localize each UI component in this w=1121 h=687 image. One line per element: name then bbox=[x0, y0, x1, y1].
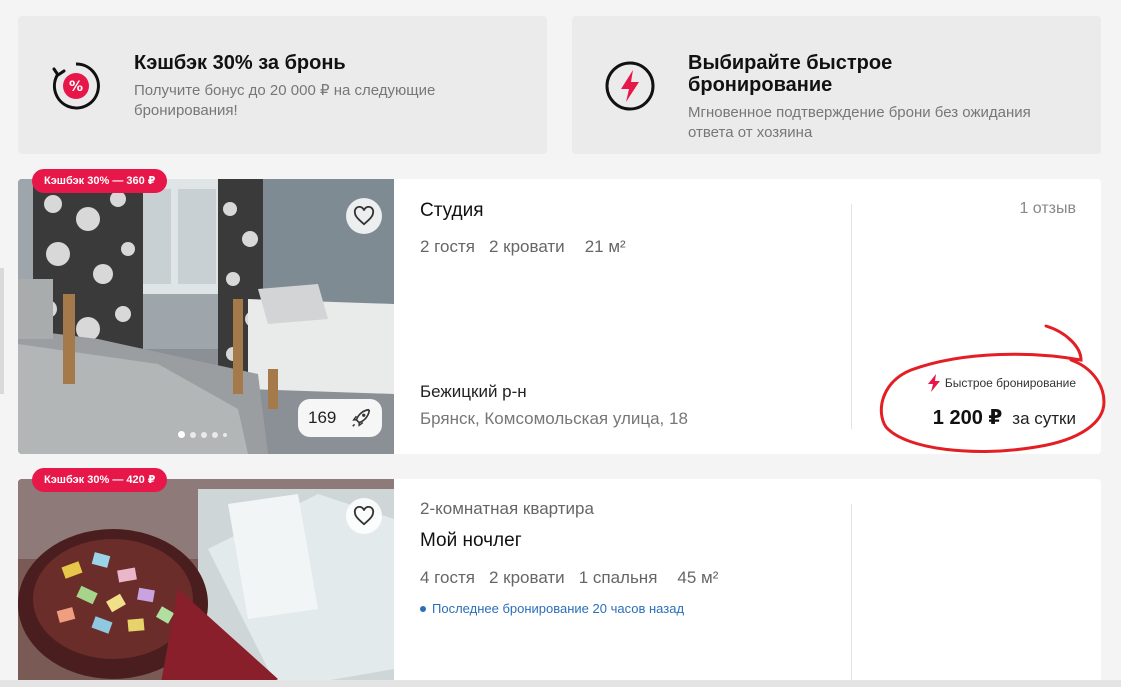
spec-guests: 4 гостя bbox=[420, 568, 475, 587]
listing-card[interactable]: 2-комнатная квартира Мой ночлег 4 гостя … bbox=[18, 479, 1101, 687]
cashback-badge: Кэшбэк 30% — 420 ₽ bbox=[32, 468, 168, 492]
listing-photo[interactable] bbox=[18, 479, 394, 687]
spec-guests: 2 гостя bbox=[420, 237, 475, 256]
listing-type: 2-комнатная квартира bbox=[420, 499, 594, 518]
listing-district: Бежицкий р-н bbox=[420, 382, 527, 401]
rocket-icon bbox=[352, 408, 371, 427]
spec-beds: 2 кровати bbox=[488, 568, 565, 587]
cashback-badge: Кэшбэк 30% — 360 ₽ bbox=[32, 169, 168, 193]
cashback-percent-icon: % bbox=[52, 62, 100, 110]
spec-area: 45 м² bbox=[677, 568, 719, 587]
listing-info: 2-комнатная квартира Мой ночлег 4 гостя … bbox=[420, 479, 850, 687]
horizontal-scrollbar[interactable] bbox=[0, 680, 1121, 687]
promo-subtitle: Получите бонус до 20 000 ₽ на следующие … bbox=[134, 82, 436, 119]
favorite-button[interactable] bbox=[346, 498, 382, 534]
card-divider bbox=[851, 204, 852, 429]
last-booking-note: Последнее бронирование 20 часов назад bbox=[420, 601, 684, 616]
lightning-icon bbox=[605, 61, 655, 111]
listing-info: Студия 2 гостя 2 кровати 21 м² Бежицкий … bbox=[420, 179, 850, 454]
annotation-circle bbox=[879, 324, 1106, 453]
svg-text:%: % bbox=[69, 79, 83, 95]
spec-beds: 2 кровати bbox=[488, 237, 565, 256]
promo-cashback[interactable]: % Кэшбэк 30% за бронь Получите бонус до … bbox=[18, 16, 547, 154]
listing-address: Брянск, Комсомольская улица, 18 bbox=[420, 409, 688, 428]
promo-subtitle: Мгновенное подтверждение брони без ожида… bbox=[688, 104, 1031, 141]
views-count: 169 bbox=[308, 408, 337, 427]
candy-bowl-photo bbox=[18, 479, 394, 687]
card-divider bbox=[851, 504, 852, 687]
listing-title[interactable]: Студия bbox=[420, 200, 484, 222]
photo-pagination[interactable] bbox=[178, 431, 227, 438]
reviews-count[interactable]: 1 отзыв bbox=[1019, 200, 1076, 218]
promo-title: Кэшбэк 30% за бронь bbox=[134, 52, 346, 74]
heart-icon bbox=[353, 506, 375, 526]
listing-title[interactable]: Мой ночлег bbox=[420, 530, 522, 552]
favorite-button[interactable] bbox=[346, 198, 382, 234]
views-badge: 169 bbox=[298, 399, 382, 437]
info-dot-icon bbox=[420, 605, 426, 612]
heart-icon bbox=[353, 206, 375, 226]
scroll-edge bbox=[0, 268, 4, 394]
spec-bedrooms: 1 спальня bbox=[578, 568, 658, 587]
listing-photo[interactable]: 169 bbox=[18, 179, 394, 454]
listing-specs: 2 гостя 2 кровати 21 м² bbox=[420, 237, 626, 257]
promo-fast-booking[interactable]: Выбирайте быстрое бронирование Мгновенно… bbox=[572, 16, 1101, 154]
listing-specs: 4 гостя 2 кровати 1 спальня 45 м² bbox=[420, 568, 718, 588]
promo-title: Выбирайте быстрое бронирование bbox=[688, 52, 893, 96]
spec-area: 21 м² bbox=[584, 237, 626, 256]
